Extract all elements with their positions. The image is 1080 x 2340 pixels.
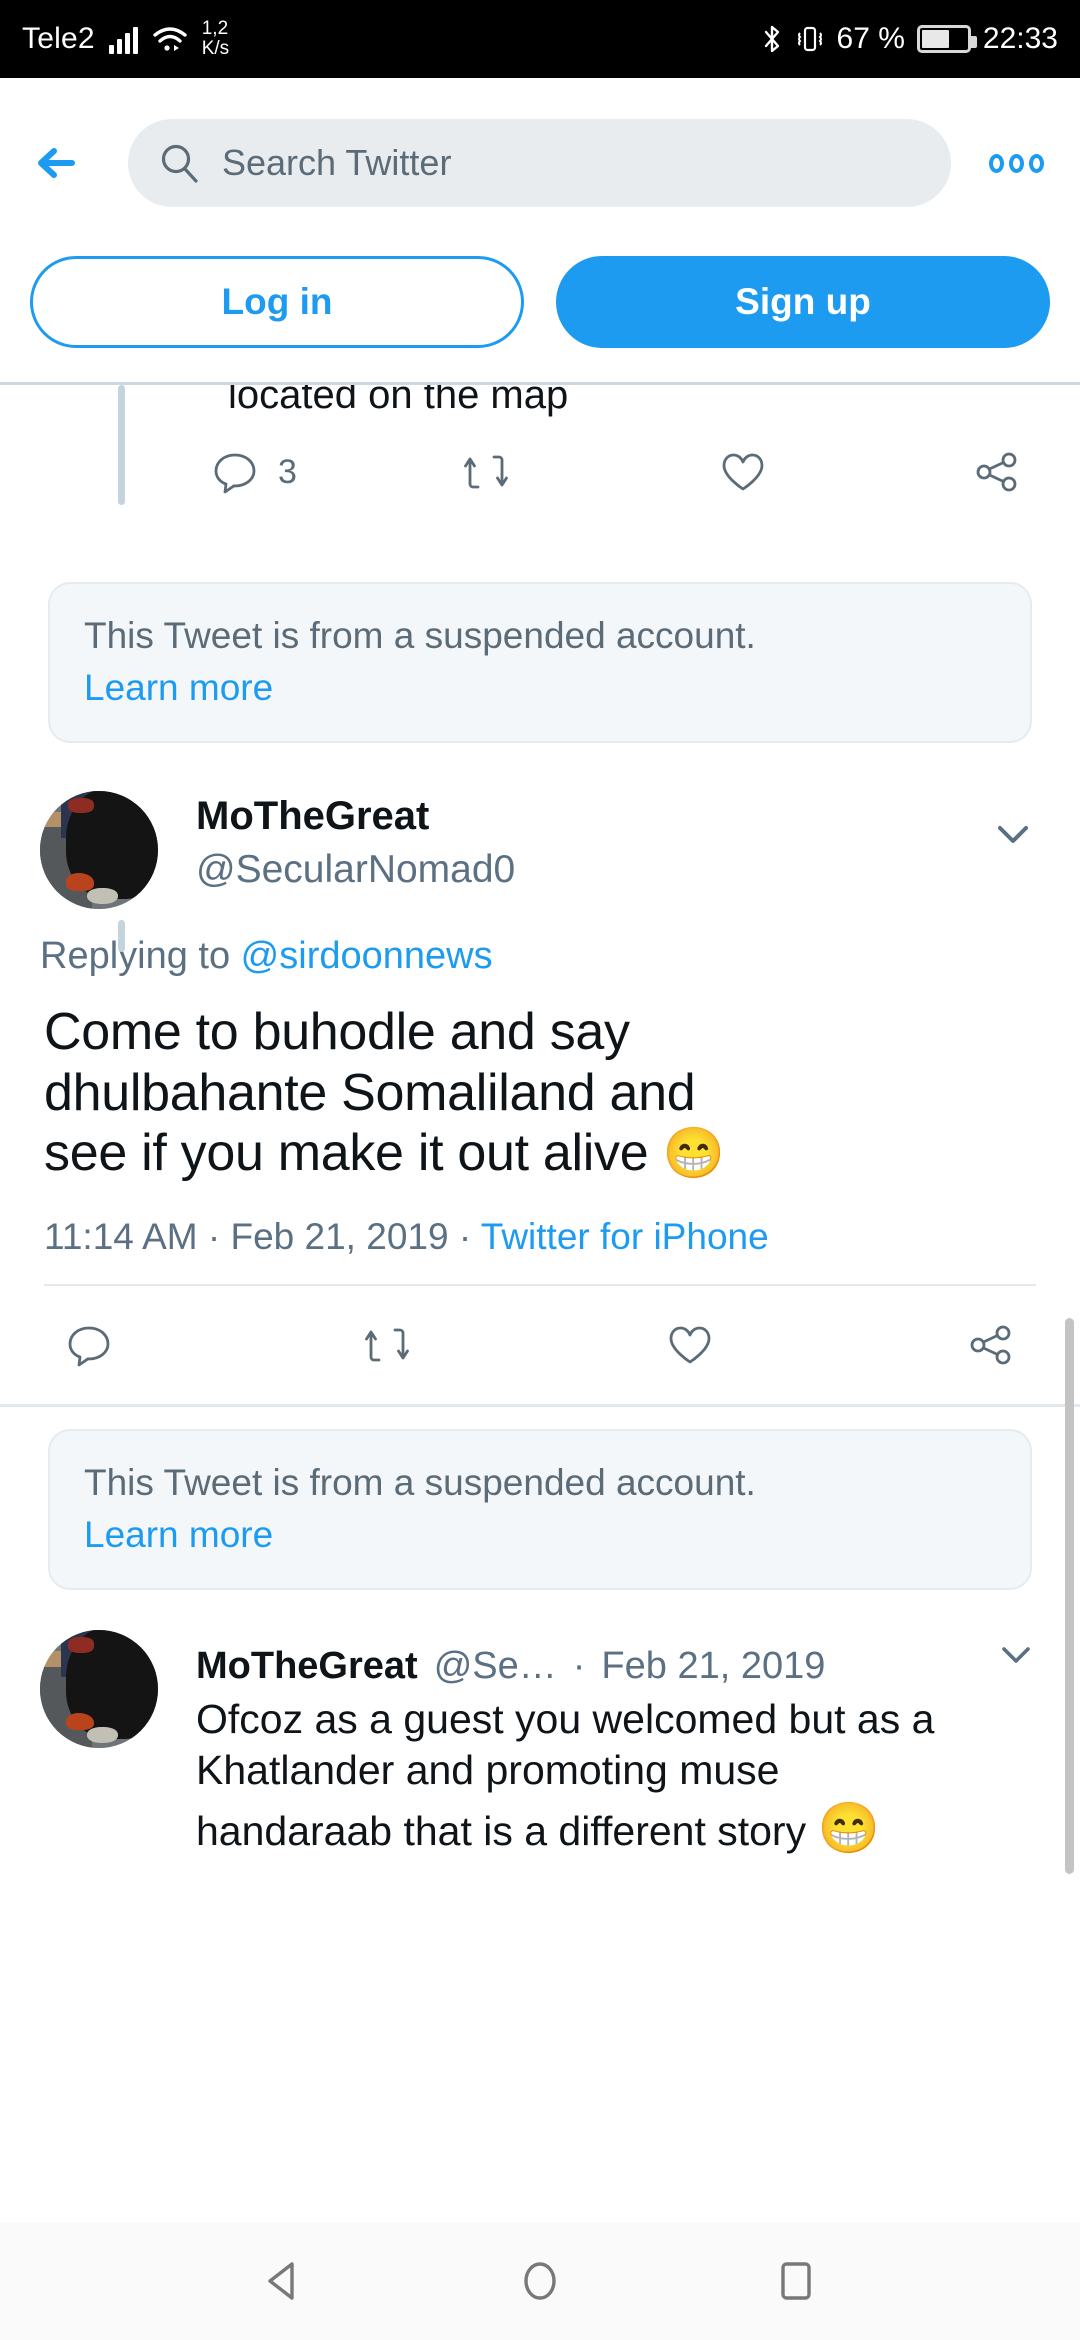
reply-meta-dot: · <box>572 1645 586 1688</box>
main-tweet-meta: 11:14 AM · Feb 21, 2019 · Twitter for iP… <box>0 1184 1080 1284</box>
replying-to-line: Replying to @sirdoonnews <box>0 909 1080 978</box>
vibrate-icon <box>795 23 825 55</box>
reply-tweet[interactable]: MoTheGreat @Se… · Feb 21, 2019 Ofcoz as … <box>0 1612 1080 1859</box>
android-status-bar: Tele2 1,2 K/s 67 % 22:33 <box>0 0 1080 78</box>
auth-button-row: Log in Sign up <box>0 248 1080 382</box>
retweet-icon <box>364 1320 415 1370</box>
reply-line-3-text: handaraab that is a different story <box>196 1807 818 1854</box>
retweet-button[interactable] <box>464 447 718 497</box>
heart-icon <box>718 447 768 497</box>
like-button[interactable] <box>718 447 972 497</box>
status-bar-right: 67 % 22:33 <box>761 22 1058 56</box>
top-app-bar: Search Twitter <box>0 78 1080 248</box>
battery-percent-label: 67 % <box>836 22 905 55</box>
author-display-name: MoTheGreat <box>196 793 430 838</box>
reply-date: Feb 21, 2019 <box>601 1645 826 1688</box>
grinning-face-emoji: 😁 <box>662 1125 725 1182</box>
reply-line-3: handaraab that is a different story 😁 <box>196 1797 1040 1860</box>
battery-icon <box>916 25 977 53</box>
share-icon <box>972 447 1022 497</box>
search-placeholder-label: Search Twitter <box>222 142 452 183</box>
search-input[interactable]: Search Twitter <box>128 119 951 207</box>
learn-more-link[interactable]: Learn more <box>84 667 996 709</box>
wifi-icon <box>152 24 188 54</box>
reply-button[interactable]: 3 <box>210 447 464 497</box>
author-handle: @SecularNomad0 <box>196 847 516 891</box>
search-icon <box>158 142 200 184</box>
reply-icon <box>210 447 260 497</box>
like-button[interactable] <box>665 1320 966 1370</box>
android-navigation-bar <box>0 2222 1080 2340</box>
network-speed-value: 1,2 <box>201 18 229 39</box>
suspended-notice-message: This Tweet is from a suspended account. <box>84 1462 756 1504</box>
network-speed-indicator: 1,2 K/s <box>202 19 229 59</box>
thread-connector-main <box>118 920 125 952</box>
tweet-source-link[interactable]: Twitter for iPhone <box>481 1216 769 1257</box>
bluetooth-icon <box>761 23 783 55</box>
reply-author-handle: @Se… <box>433 1645 557 1688</box>
signup-button[interactable]: Sign up <box>556 256 1050 348</box>
status-bar-left: Tele2 1,2 K/s <box>22 19 229 59</box>
reply-icon <box>64 1320 114 1370</box>
reply-author-display-name: MoTheGreat <box>196 1645 418 1688</box>
back-arrow-icon[interactable] <box>26 130 92 196</box>
tweet-date: Feb 21, 2019 <box>230 1216 449 1258</box>
clipped-tweet-actions: 3 <box>210 447 1040 497</box>
reply-line-1: Ofcoz as a guest you welcomed but as a <box>196 1696 935 1743</box>
retweet-icon <box>464 447 514 497</box>
tweet-time: 11:14 AM <box>44 1216 198 1258</box>
suspended-account-notice-bottom: This Tweet is from a suspended account. … <box>48 1429 1032 1591</box>
heart-icon <box>665 1320 715 1370</box>
share-button[interactable] <box>966 1320 1016 1370</box>
avatar[interactable] <box>40 1630 158 1749</box>
reply-line-2: Khatlander and promoting muse <box>196 1747 780 1794</box>
suspended-notice-message: This Tweet is from a suspended account. <box>84 615 756 656</box>
signal-bars-icon <box>108 24 138 54</box>
tweet-section-divider <box>0 1404 1080 1408</box>
clipped-tweet[interactable]: located on the map 3 <box>0 385 1080 560</box>
main-tweet-header: MoTheGreat @SecularNomad0 <box>0 765 1080 909</box>
grinning-face-emoji: 😁 <box>817 1799 880 1856</box>
phone-screen: Tele2 1,2 K/s 67 % 22:33 Search Twitter … <box>0 0 1080 2340</box>
reply-count: 3 <box>278 452 297 491</box>
chevron-down-icon[interactable] <box>986 807 1040 861</box>
clock-label: 22:33 <box>982 22 1058 55</box>
clipped-tweet-text: located on the map <box>228 385 569 417</box>
meta-separator-1: · <box>197 1216 231 1258</box>
nav-back-icon[interactable] <box>254 2251 314 2311</box>
replying-to-prefix: Replying to <box>40 934 241 977</box>
nav-home-icon[interactable] <box>510 2251 570 2311</box>
retweet-button[interactable] <box>364 1320 666 1370</box>
nav-recents-icon[interactable] <box>766 2251 826 2311</box>
reply-tweet-header: MoTheGreat @Se… · Feb 21, 2019 <box>196 1630 1040 1688</box>
network-speed-unit: K/s <box>201 38 230 59</box>
login-button[interactable]: Log in <box>30 256 524 348</box>
main-tweet-line-3: see if you make it out alive 😁 <box>44 1123 1036 1184</box>
avatar[interactable] <box>40 790 158 909</box>
learn-more-link[interactable]: Learn more <box>84 1514 996 1556</box>
suspended-account-notice-top: This Tweet is from a suspended account. … <box>48 582 1032 743</box>
main-tweet-actions <box>0 1286 1080 1404</box>
more-options-icon[interactable] <box>979 144 1054 183</box>
replying-to-handle[interactable]: @sirdoonnews <box>241 935 493 977</box>
main-tweet-line-1: Come to buhodle and say <box>44 1002 630 1061</box>
reply-tweet-text: Ofcoz as a guest you welcomed but as a K… <box>196 1694 1040 1859</box>
share-icon <box>966 1320 1016 1370</box>
vertical-scrollbar[interactable] <box>1065 1318 1074 1874</box>
meta-separator-2: · <box>448 1216 481 1258</box>
tweet-thread: located on the map 3 This Tweet is from … <box>0 385 1080 2318</box>
main-tweet-author[interactable]: MoTheGreat @SecularNomad0 <box>196 791 986 896</box>
reply-tweet-content: MoTheGreat @Se… · Feb 21, 2019 Ofcoz as … <box>196 1630 1040 1859</box>
main-tweet: MoTheGreat @SecularNomad0 Replying to @s… <box>0 765 1080 1404</box>
carrier-label: Tele2 <box>22 22 95 55</box>
main-tweet-line-3-text: see if you make it out alive <box>44 1124 663 1183</box>
share-button[interactable] <box>972 447 1040 497</box>
main-tweet-line-2: dhulbahante Somaliland and <box>44 1063 696 1122</box>
main-tweet-text: Come to buhodle and say dhulbahante Soma… <box>0 978 1080 1184</box>
chevron-down-icon[interactable] <box>992 1630 1040 1678</box>
reply-button[interactable] <box>64 1320 365 1370</box>
